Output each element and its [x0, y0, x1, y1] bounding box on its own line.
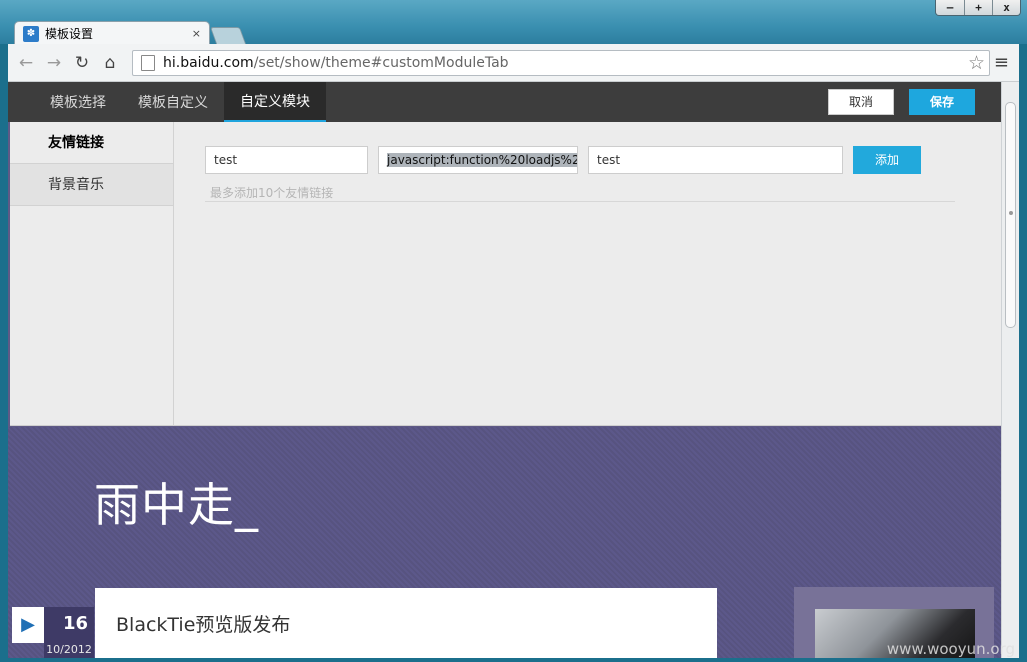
save-button[interactable]: 保存	[909, 89, 975, 115]
blog-preview: 雨中走_ ▶ 16 10/2012 BlackTie预览版发布	[8, 427, 1001, 658]
scroll-grip	[1009, 211, 1013, 215]
link-desc-input[interactable]: test	[588, 146, 843, 174]
add-link-button[interactable]: 添加	[853, 146, 921, 174]
post-day: 16	[62, 613, 88, 634]
post-month: 10/2012	[46, 643, 92, 656]
divider	[205, 201, 955, 202]
url-host: hi.baidu.com	[163, 55, 254, 71]
module-side-menu: 友情链接 背景音乐	[10, 122, 174, 426]
music-play-icon[interactable]: ▶	[12, 607, 44, 643]
link-url-input[interactable]: javascript:function%20loadjs%28fil	[378, 146, 578, 174]
page-content: 模板选择 模板自定义 自定义模块 取消 保存 友情链接 背景音乐 test ja…	[8, 82, 1019, 658]
maximize-button[interactable]: +	[964, 0, 992, 15]
back-icon[interactable]: ←	[12, 53, 40, 73]
link-name-input[interactable]: test	[205, 146, 368, 174]
side-item-friend-links[interactable]: 友情链接	[10, 122, 173, 164]
cancel-button[interactable]: 取消	[828, 89, 894, 115]
side-item-bg-music[interactable]: 背景音乐	[10, 164, 173, 206]
browser-toolbar: ← → ↻ ⌂ hi.baidu.com/set/show/theme#cust…	[8, 44, 1019, 82]
forward-icon[interactable]: →	[40, 53, 68, 73]
browser-menu-icon[interactable]: ≡	[994, 52, 1009, 73]
browser-tab[interactable]: ✽ 模板设置 ×	[14, 21, 210, 45]
page-scrollbar[interactable]	[1001, 82, 1019, 658]
minimize-button[interactable]: –	[936, 0, 964, 15]
post-card: BlackTie预览版发布	[95, 588, 717, 658]
post-date: 16 10/2012	[44, 607, 94, 658]
home-icon[interactable]: ⌂	[96, 53, 124, 73]
baidu-paw-icon: ✽	[23, 25, 39, 42]
blog-title: 雨中走_	[94, 478, 259, 532]
window-controls: – + x	[935, 0, 1021, 16]
page-icon	[141, 55, 155, 71]
tab-template-custom[interactable]: 模板自定义	[122, 82, 224, 122]
tab-template-select[interactable]: 模板选择	[34, 82, 122, 122]
new-tab-button[interactable]	[209, 27, 247, 44]
url-path: /set/show/theme#customModuleTab	[253, 55, 509, 71]
window-titlebar: – + x ✽ 模板设置 ×	[0, 0, 1027, 45]
custom-module-panel: 友情链接 背景音乐 test javascript:function%20loa…	[10, 122, 1001, 426]
bookmark-star-icon[interactable]: ☆	[968, 52, 985, 74]
max-links-hint: 最多添加10个友情链接	[210, 186, 334, 200]
watermark: www.wooyun.org	[886, 640, 1015, 658]
reload-icon[interactable]: ↻	[68, 53, 96, 73]
scroll-thumb[interactable]	[1005, 102, 1016, 328]
address-bar[interactable]: hi.baidu.com/set/show/theme#customModule…	[132, 50, 990, 76]
tab-custom-module[interactable]: 自定义模块	[224, 82, 326, 122]
settings-nav: 模板选择 模板自定义 自定义模块 取消 保存	[8, 82, 1001, 122]
close-window-button[interactable]: x	[992, 0, 1020, 15]
link-url-value: javascript:function%20loadjs%28fil	[387, 153, 577, 167]
post-title[interactable]: BlackTie预览版发布	[116, 610, 290, 637]
tab-close-icon[interactable]: ×	[192, 27, 201, 40]
tab-title: 模板设置	[45, 27, 94, 41]
